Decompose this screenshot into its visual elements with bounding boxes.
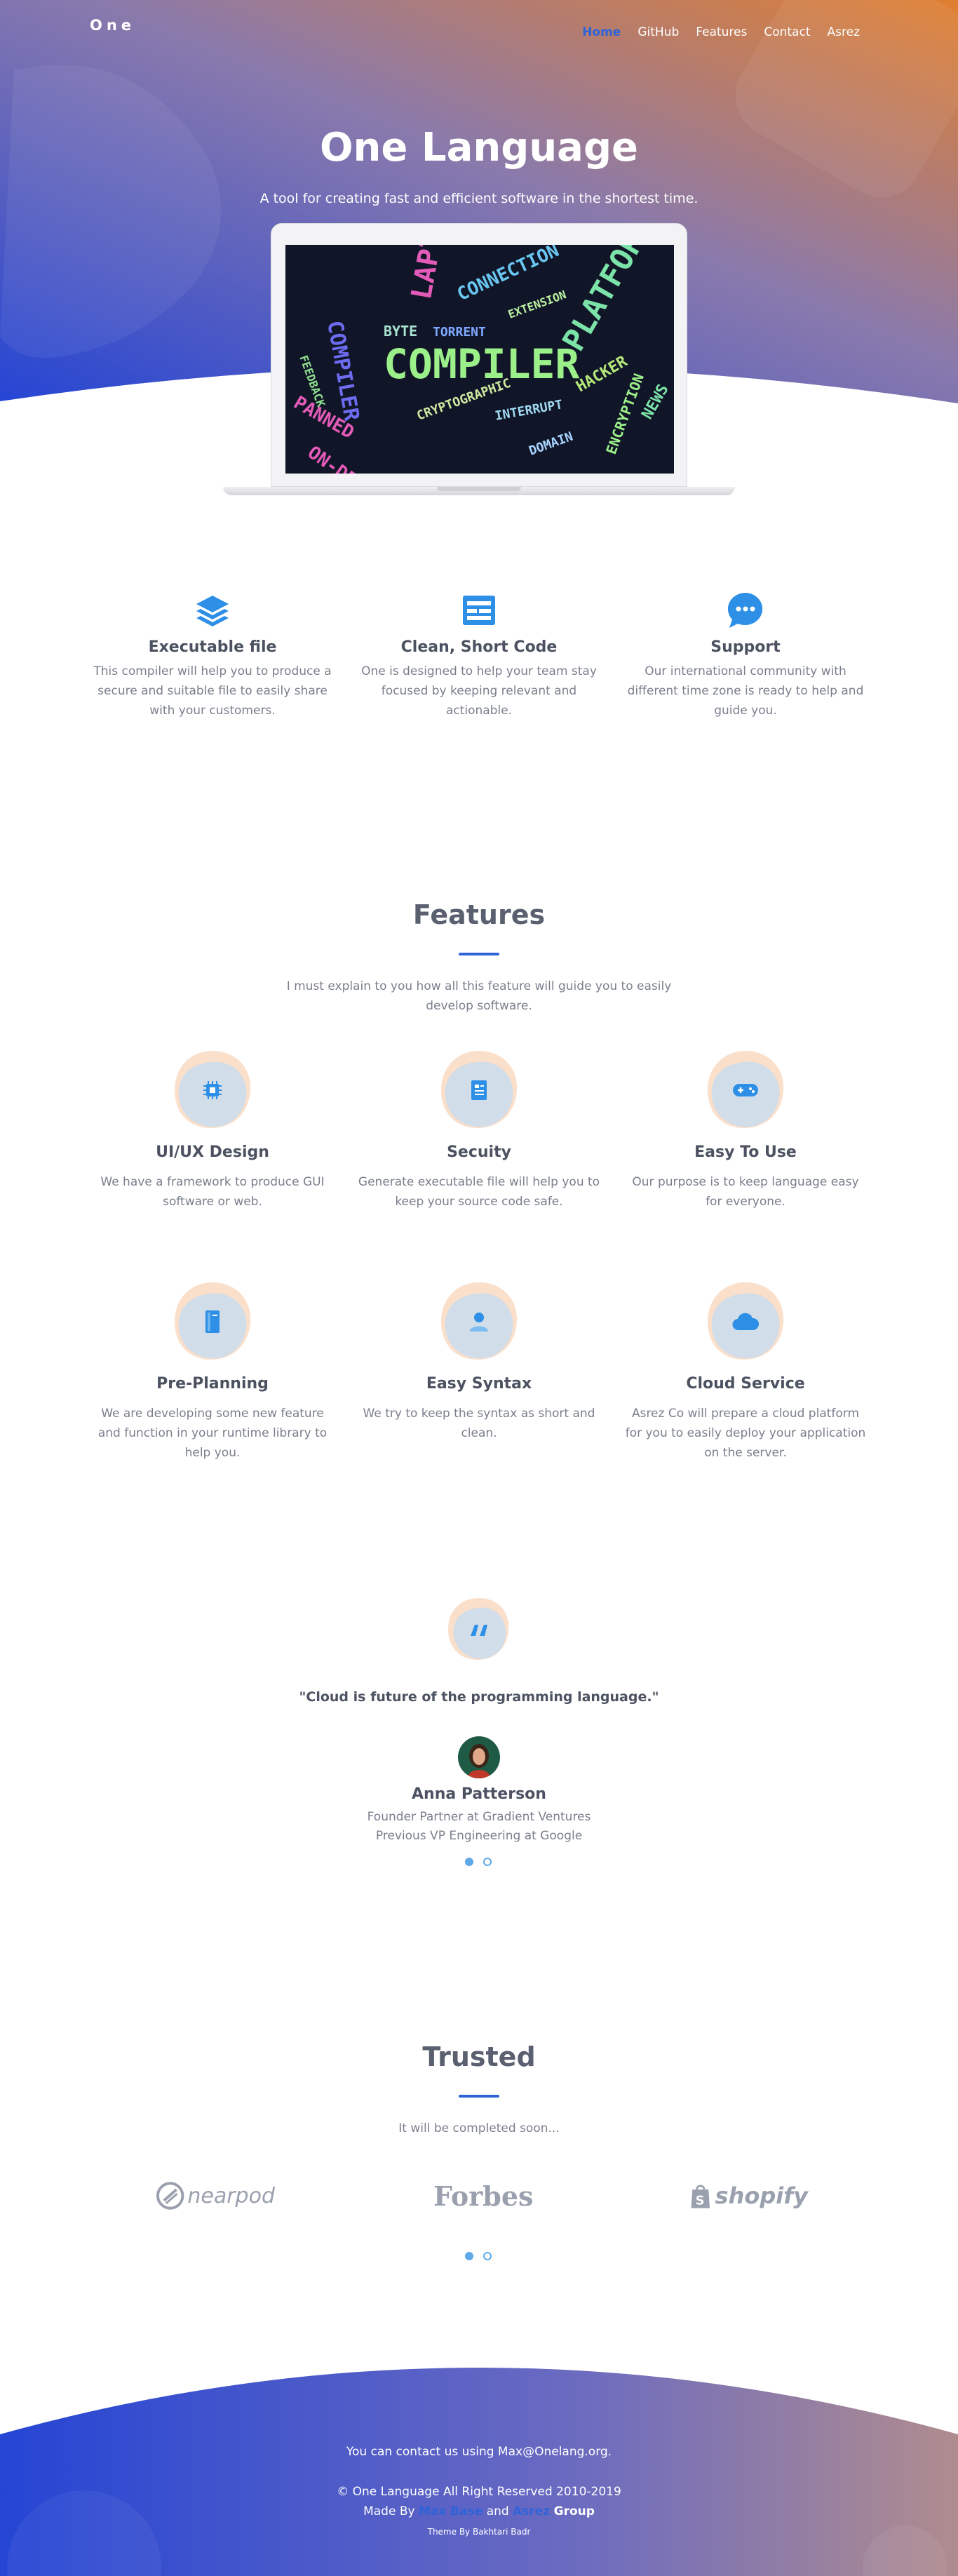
nav-link-github[interactable]: GitHub [637, 25, 679, 39]
feature-text: Our purpose is to keep language easy for… [632, 1175, 859, 1209]
footer-theme-credit: Theme By Bakhtari Badr [427, 2527, 531, 2537]
quote-icon [471, 1625, 487, 1636]
feature-easy-to-use: Easy To Use Our purpose is to keep langu… [623, 1047, 868, 1212]
logo-nearpod: nearpod [156, 2178, 275, 2213]
laptop-mockup: COMPILER LAPTOP PLATFORM CONNECTION HACK… [223, 223, 735, 504]
service-clean-code: Clean, Short Code One is designed to hel… [356, 589, 602, 720]
word-cloud-image: COMPILER LAPTOP PLATFORM CONNECTION HACK… [285, 245, 674, 474]
pagination-dot[interactable] [483, 1858, 492, 1866]
nav-links: Home GitHub Features Contact Asrez [582, 25, 860, 39]
made-by-group-link[interactable]: Asrez [513, 2504, 550, 2518]
pagination-dot-active[interactable] [465, 1858, 473, 1866]
testimonial-name: Anna Patterson [412, 1785, 546, 1803]
document-icon [471, 1080, 487, 1100]
footer-copyright: © One Language All Right Reserved 2010-2… [337, 2485, 621, 2499]
laptop-display-image: COMPILER LAPTOP PLATFORM CONNECTION HACK… [285, 245, 674, 474]
nav-link-asrez[interactable]: Asrez [828, 25, 860, 39]
layers-icon [191, 589, 234, 631]
nearpod-icon [156, 2182, 184, 2210]
screen-word: BYTE [384, 323, 417, 340]
laptop-notch [437, 487, 521, 491]
book-icon [205, 1310, 220, 1333]
feature-text: We try to keep the syntax as short and c… [363, 1407, 595, 1440]
brand-logo[interactable]: One [90, 17, 135, 34]
feature-easy-syntax: Easy Syntax We try to keep the syntax as… [356, 1278, 602, 1443]
avatar [458, 1736, 500, 1778]
features-subtitle: I must explain to you how all this featu… [286, 979, 672, 1013]
nav-link-contact[interactable]: Contact [764, 25, 810, 39]
feature-pre-planning: Pre-Planning We are developing some new … [90, 1278, 335, 1463]
feature-blob [436, 1047, 522, 1134]
gamepad-icon [733, 1084, 758, 1096]
logo-forbes: Forbes [433, 2178, 534, 2213]
testimonial-pagination [465, 1858, 492, 1866]
trusted-underline [459, 2095, 499, 2098]
feature-ui-ux-design: UI/UX Design We have a framework to prod… [90, 1047, 335, 1212]
feature-blob [702, 1278, 789, 1365]
trusted-pagination [465, 2252, 492, 2260]
top-navbar: One Home GitHub Features Contact Asrez [0, 15, 958, 58]
feature-title: UI/UX Design [156, 1143, 269, 1161]
laptop-screen: COMPILER LAPTOP PLATFORM CONNECTION HACK… [271, 223, 687, 487]
footer-contact: You can contact us using Max@Onelang.org… [346, 2445, 612, 2459]
features-title: Features [412, 899, 546, 930]
browser-window-icon [458, 589, 500, 631]
service-support: Support Our international community with… [623, 589, 868, 720]
made-by-group-suffix: Group [553, 2504, 595, 2518]
service-text: One is designed to help your team stay f… [361, 664, 597, 718]
svg-text:S: S [696, 2194, 705, 2208]
testimonial-quote: "Cloud is future of the programming lang… [299, 1689, 659, 1705]
feature-security: Secuity Generate executable file will he… [356, 1047, 602, 1212]
footer: You can contact us using Max@Onelang.org… [0, 2343, 958, 2576]
logo-forbes-text: Forbes [433, 2180, 534, 2212]
logo-nearpod-text: nearpod [187, 2183, 275, 2208]
user-icon [470, 1313, 488, 1331]
feature-title: Pre-Planning [156, 1375, 269, 1393]
chat-bubble-icon [724, 589, 767, 631]
service-text: This compiler will help you to produce a… [93, 664, 332, 718]
made-by-prefix: Made By [363, 2504, 415, 2518]
service-title: Executable file [148, 638, 277, 656]
service-executable-file: Executable file This compiler will help … [90, 589, 335, 720]
service-title: Support [710, 638, 781, 656]
feature-text: Asrez Co will prepare a cloud platform f… [625, 1407, 866, 1460]
testimonial-role-2: Previous VP Engineering at Google [375, 1829, 583, 1843]
pagination-dot-active[interactable] [465, 2252, 473, 2260]
shopify-bag-icon: S [691, 2185, 710, 2208]
footer-background [0, 2368, 958, 2576]
logo-shopify-text: shopify [715, 2182, 808, 2209]
nav-link-home[interactable]: Home [582, 25, 621, 39]
testimonial-blob [444, 1594, 514, 1664]
screen-word: TORRENT [433, 325, 486, 340]
testimonial-role-1: Founder Partner at Gradient Ventures [367, 1810, 591, 1824]
feature-text: Generate executable file will help you t… [358, 1175, 600, 1209]
chip-icon [203, 1081, 222, 1099]
service-title: Clean, Short Code [400, 638, 558, 656]
feature-cloud-service: Cloud Service Asrez Co will prepare a cl… [623, 1278, 868, 1463]
feature-title: Easy Syntax [426, 1375, 532, 1393]
nav-link-features[interactable]: Features [696, 25, 747, 39]
feature-blob [702, 1047, 789, 1134]
feature-blob [169, 1047, 256, 1134]
hero-title: One Language [319, 125, 639, 170]
trusted-title: Trusted [422, 2041, 536, 2072]
feature-title: Cloud Service [686, 1375, 805, 1393]
features-underline [459, 953, 499, 955]
service-text: Our international community with differe… [627, 664, 864, 718]
screen-word: COMPILER [384, 340, 579, 388]
feature-text: We are developing some new feature and f… [97, 1407, 328, 1460]
cloud-icon [732, 1313, 760, 1331]
feature-blob [436, 1278, 522, 1365]
made-by-and: and [486, 2504, 509, 2518]
feature-title: Secuity [447, 1143, 511, 1161]
pagination-dot[interactable] [483, 2252, 492, 2260]
made-by-link[interactable]: Max Base [419, 2504, 483, 2518]
footer-made-by: Made By Max Base and Asrez Group [0, 2504, 958, 2518]
hero-subtitle: A tool for creating fast and efficient s… [259, 191, 699, 206]
trusted-subtitle: It will be completed soon... [398, 2121, 560, 2135]
feature-title: Easy To Use [694, 1143, 797, 1161]
logo-shopify: S shopify [689, 2178, 808, 2213]
feature-text: We have a framework to produce GUI softw… [100, 1175, 325, 1209]
feature-blob [169, 1278, 256, 1365]
